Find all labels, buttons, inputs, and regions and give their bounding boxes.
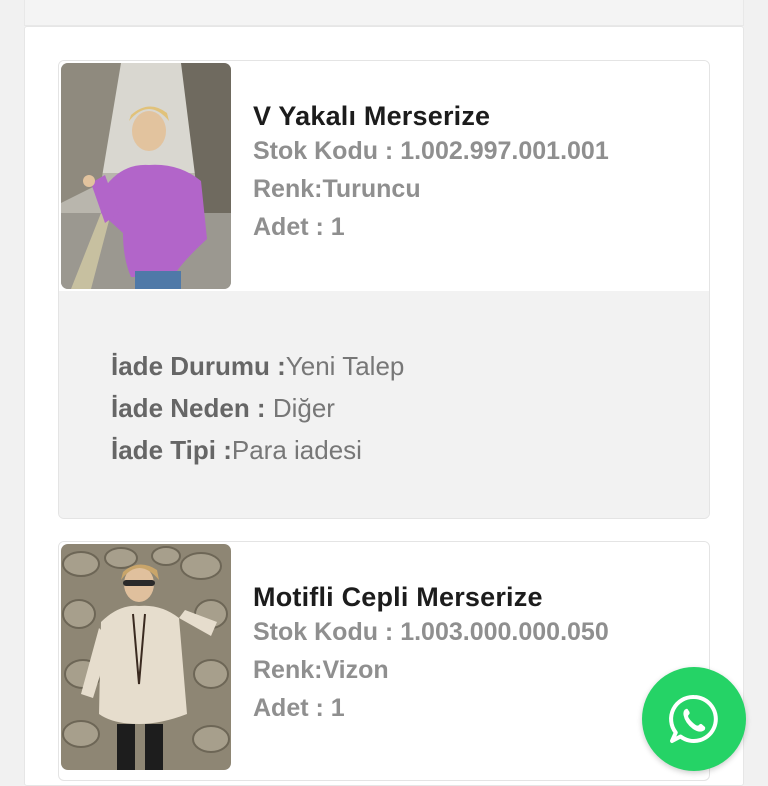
- return-type-value: Para iadesi: [231, 435, 362, 465]
- whatsapp-button[interactable]: [642, 667, 746, 771]
- product-row[interactable]: V Yakalı Merserize Stok Kodu : 1.002.997…: [59, 61, 709, 291]
- product-row[interactable]: Motifli Cepli Merserize Stok Kodu : 1.00…: [59, 542, 709, 772]
- return-reason-value: Diğer: [272, 393, 335, 423]
- stock-code: Stok Kodu : 1.003.000.000.050: [253, 618, 609, 646]
- product-info: Motifli Cepli Merserize Stok Kodu : 1.00…: [253, 582, 609, 723]
- product-photo-purple-sweater: [61, 63, 231, 289]
- whatsapp-icon: [669, 694, 718, 743]
- product-photo-beige-tunic: [61, 544, 231, 770]
- return-reason: İade Neden : Diğer: [111, 387, 404, 429]
- return-status: İade Durumu :Yeni Talep: [111, 345, 404, 387]
- product-color: Renk:Turuncu: [253, 175, 421, 203]
- return-type: İade Tipi :Para iadesi: [111, 429, 404, 471]
- return-type-label: İade Tipi :: [111, 435, 232, 465]
- stock-code: Stok Kodu : 1.002.997.001.001: [253, 137, 609, 165]
- product-color: Renk:Vizon: [253, 656, 389, 684]
- previous-card-edge: [24, 0, 744, 26]
- return-order-card: V Yakalı Merserize Stok Kodu : 1.002.997…: [58, 60, 710, 519]
- product-title[interactable]: Motifli Cepli Merserize: [253, 582, 609, 613]
- return-details: İade Durumu :Yeni Talep İade Neden : Diğ…: [59, 291, 709, 518]
- product-image[interactable]: [61, 63, 231, 289]
- product-quantity: Adet : 1: [253, 213, 345, 241]
- return-order-card: Motifli Cepli Merserize Stok Kodu : 1.00…: [58, 541, 710, 781]
- product-title[interactable]: V Yakalı Merserize: [253, 101, 609, 132]
- return-status-value: Yeni Talep: [285, 351, 405, 381]
- product-image[interactable]: [61, 544, 231, 770]
- return-status-label: İade Durumu :: [111, 351, 286, 381]
- product-quantity: Adet : 1: [253, 694, 345, 722]
- product-info: V Yakalı Merserize Stok Kodu : 1.002.997…: [253, 101, 609, 242]
- return-reason-label: İade Neden :: [111, 393, 273, 423]
